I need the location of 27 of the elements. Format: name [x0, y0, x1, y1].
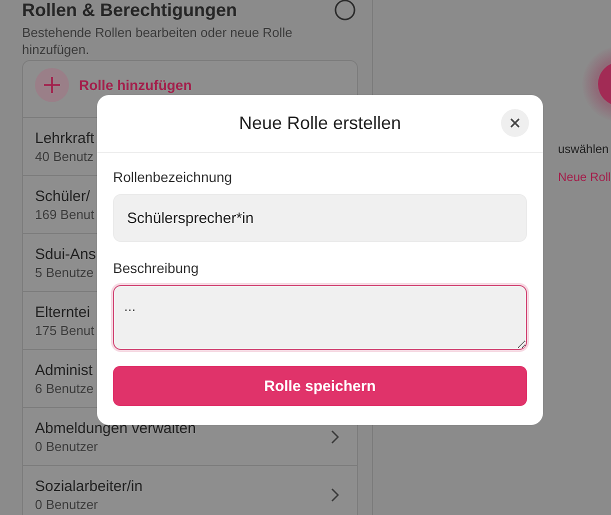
role-name: Elterntei — [35, 304, 92, 320]
save-button[interactable]: Rolle speichern — [113, 366, 527, 406]
role-name: Schüler/ — [35, 188, 92, 204]
role-name-field[interactable]: Schülersprecher*in — [113, 194, 527, 242]
role-user-count: 0 Benutzer — [35, 438, 99, 454]
description-field[interactable]: ... — [113, 285, 527, 350]
role-user-count: 5 Benutze — [35, 264, 95, 280]
role-user-count: 40 Benutz — [35, 148, 94, 164]
role-user-count: 0 Benutzer — [35, 496, 99, 512]
role-user-count: 169 Benut — [35, 206, 94, 222]
plus-icon — [35, 68, 69, 102]
close-button[interactable] — [501, 109, 529, 137]
role-name: Administ — [35, 362, 94, 378]
role-user-count: 6 Benutze — [35, 380, 94, 396]
role-name: Abmeldungen verwalten — [35, 420, 196, 436]
page-title: Rollen & Berechtigungen — [22, 0, 238, 20]
page-subtitle: Bestehende Rollen bearbeiten oder neue Rolle hinzufügen. — [22, 24, 294, 58]
field-label: Rollenbezeichnung — [113, 169, 234, 185]
role-name: Sozialarbeiter/in — [35, 478, 143, 494]
role-name: Sdui-Ans — [35, 246, 96, 262]
role-row[interactable]: Sozialarbeiter/in 0 Benutzer — [23, 466, 357, 515]
role-name: Lehrkraft — [35, 130, 94, 146]
field-label: Beschreibung — [113, 260, 200, 276]
info-icon[interactable] — [334, 0, 356, 21]
detail-hint: uswählen — [558, 142, 609, 156]
role-user-count: 175 Benut — [35, 322, 94, 338]
close-icon — [510, 118, 520, 128]
